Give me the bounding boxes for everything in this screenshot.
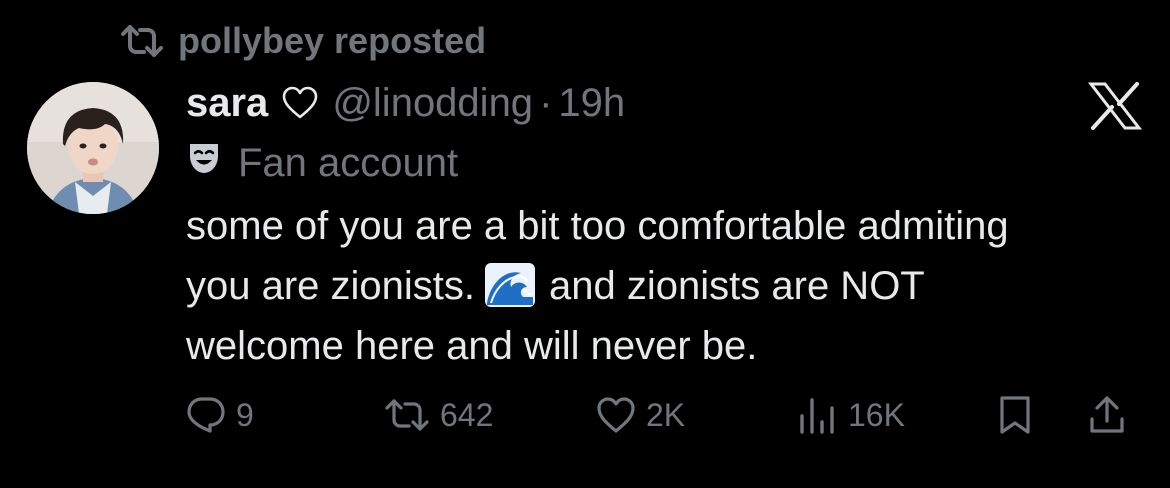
author-display-name[interactable]: sara — [186, 81, 268, 126]
tweet-line-2-end: and zionists are NOT — [549, 264, 925, 308]
repost-button[interactable]: 642 — [384, 390, 493, 440]
repost-count: 642 — [440, 396, 494, 433]
theater-mask-icon — [186, 140, 222, 186]
x-logo-icon — [1087, 82, 1143, 130]
post-timestamp[interactable]: 19h — [558, 81, 625, 126]
avatar[interactable] — [27, 82, 159, 214]
bookmark-icon — [998, 395, 1032, 435]
heart-icon — [596, 396, 636, 434]
repost-label: pollybey reposted — [178, 20, 487, 61]
tweet-line-1: some of you are a bit too comfortable ad… — [186, 204, 1009, 248]
like-button[interactable]: 2K — [596, 390, 685, 440]
reply-button[interactable]: 9 — [186, 390, 254, 440]
account-label-text: Fan account — [238, 140, 459, 185]
action-bar: 9 642 2K 16K — [186, 390, 1146, 440]
reply-icon — [186, 396, 226, 434]
water-wave-emoji — [485, 263, 536, 307]
like-count: 2K — [646, 396, 686, 433]
account-label: Fan account — [186, 138, 458, 188]
separator-dot: · — [539, 80, 553, 125]
view-count: 16K — [848, 396, 905, 433]
repost-header[interactable]: pollybey reposted — [120, 18, 486, 64]
tweet-line-2-start: you are zionists. — [186, 264, 476, 308]
author-handle[interactable]: @linodding — [332, 81, 533, 126]
heart-outline-icon — [282, 86, 318, 120]
bookmark-button[interactable] — [998, 390, 1032, 440]
repost-icon — [384, 398, 430, 432]
tweet-text: some of you are a bit too comfortable ad… — [186, 196, 1146, 376]
share-icon — [1088, 395, 1126, 435]
reply-count: 9 — [236, 396, 254, 433]
tweet-line-2: you are zionists. and zionists are NOT — [186, 256, 1146, 316]
views-icon — [798, 396, 838, 434]
views-button[interactable]: 16K — [798, 390, 905, 440]
author-row: sara @linodding · 19h — [186, 78, 625, 128]
share-button[interactable] — [1088, 390, 1126, 440]
tweet-line-3: welcome here and will never be. — [186, 324, 758, 368]
repost-icon — [120, 24, 164, 58]
